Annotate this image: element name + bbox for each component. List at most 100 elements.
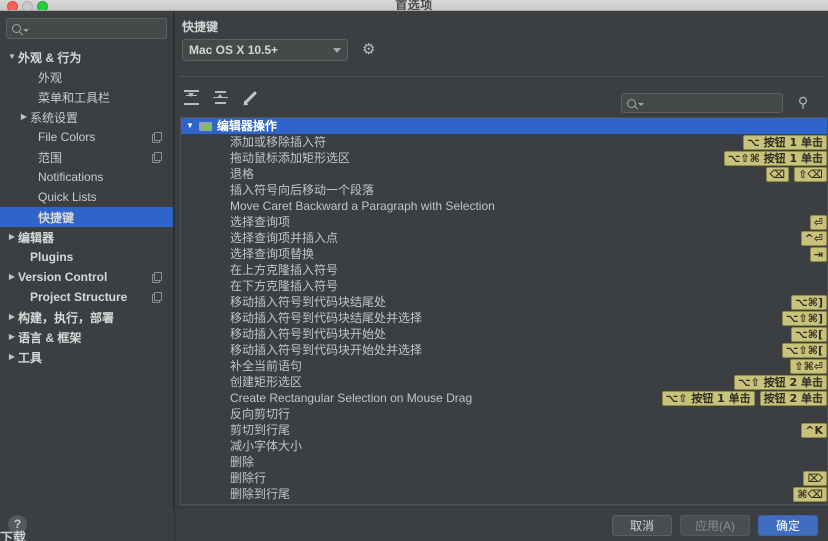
- shortcut-badge[interactable]: ^K: [801, 423, 827, 438]
- sidebar-item-1[interactable]: 外观: [0, 67, 173, 87]
- shortcut-badges: ⌥⌘]: [791, 295, 827, 310]
- action-row[interactable]: 补全当前语句 ⇧⌘⏎: [181, 358, 827, 374]
- action-row[interactable]: 插入符号向后移动一个段落: [181, 182, 827, 198]
- action-row[interactable]: 选择查询项 ⏎: [181, 214, 827, 230]
- chevron-down-icon[interactable]: ▼: [186, 118, 194, 134]
- shortcut-badge[interactable]: ⌥⌘]: [791, 295, 827, 310]
- chevron-down-icon[interactable]: ▼: [6, 53, 18, 61]
- action-row[interactable]: 移动插入符号到代码块开始处并选择 ⌥⇧⌘[: [181, 342, 827, 358]
- sidebar-item-2[interactable]: 菜单和工具栏: [0, 87, 173, 107]
- action-row[interactable]: Create Rectangular Selection on Mouse Dr…: [181, 390, 827, 406]
- shortcut-badge[interactable]: ⌥⇧⌘ 按钮 1 单击: [723, 151, 827, 166]
- action-row[interactable]: Move Caret Backward a Paragraph with Sel…: [181, 198, 827, 214]
- action-row[interactable]: 减小字体大小: [181, 438, 827, 454]
- shortcut-badges: ⏎: [809, 215, 827, 230]
- apply-button[interactable]: 应用(A): [680, 515, 750, 536]
- action-row[interactable]: 删除到行尾 ⌘⌫: [181, 486, 827, 502]
- action-group-row[interactable]: ▼ 编辑器操作: [181, 118, 827, 134]
- chevron-right-icon[interactable]: ▶: [18, 113, 30, 121]
- chevron-right-icon[interactable]: ▶: [6, 353, 18, 361]
- sidebar-item-15[interactable]: ▶ 工具: [0, 347, 173, 367]
- shortcut-badge[interactable]: ⌥⌘[: [791, 327, 827, 342]
- copy-icon[interactable]: [152, 272, 162, 283]
- shortcut-badge[interactable]: ⌥⇧⌘]: [781, 311, 827, 326]
- gear-icon[interactable]: ⚙: [362, 42, 378, 58]
- chevron-right-icon[interactable]: ▶: [6, 273, 18, 281]
- sidebar-item-7[interactable]: Quick Lists: [0, 187, 173, 207]
- chevron-right-icon[interactable]: ▶: [6, 333, 18, 341]
- action-row[interactable]: 删除: [181, 454, 827, 470]
- chevron-right-icon[interactable]: ▶: [6, 313, 18, 321]
- action-row[interactable]: 反向剪切行: [181, 406, 827, 422]
- sidebar-item-14[interactable]: ▶ 语言 & 框架: [0, 327, 173, 347]
- copy-icon[interactable]: [152, 132, 162, 143]
- shortcut-badges: ^⏎: [800, 231, 827, 246]
- action-row[interactable]: 删除行 ⌦: [181, 470, 827, 486]
- shortcut-badge[interactable]: ⌥⇧ 按钮 2 单击: [733, 375, 827, 390]
- action-row[interactable]: 移动插入符号到代码块结尾处并选择 ⌥⇧⌘]: [181, 310, 827, 326]
- shortcut-badge[interactable]: ⌦: [803, 471, 827, 486]
- keymap-search-input[interactable]: [648, 97, 790, 109]
- shortcut-badge[interactable]: ⌘⌫: [793, 487, 827, 502]
- shortcut-badge[interactable]: ⇧⌘⏎: [790, 359, 827, 374]
- shortcut-badge[interactable]: ⌫: [765, 167, 790, 182]
- sidebar-item-4[interactable]: File Colors: [0, 127, 173, 147]
- action-row[interactable]: 在下方克隆插入符号: [181, 278, 827, 294]
- cancel-button[interactable]: 取消: [612, 515, 672, 536]
- shortcut-badge[interactable]: ⇥: [809, 247, 827, 262]
- sidebar-item-11[interactable]: ▶ Version Control: [0, 267, 173, 287]
- sidebar-item-3[interactable]: ▶ 系统设置: [0, 107, 173, 127]
- sidebar-item-8[interactable]: 快捷键: [0, 207, 173, 227]
- action-row[interactable]: 删除到行首: [181, 502, 827, 504]
- action-row[interactable]: 移动插入符号到代码块开始处 ⌥⌘[: [181, 326, 827, 342]
- action-row[interactable]: 拖动鼠标添加矩形选区 ⌥⇧⌘ 按钮 1 单击: [181, 150, 827, 166]
- copy-icon[interactable]: [152, 152, 162, 163]
- sidebar-item-13[interactable]: ▶ 构建，执行，部署: [0, 307, 173, 327]
- sidebar-item-10[interactable]: Plugins: [0, 247, 173, 267]
- shortcut-badge[interactable]: ⇧⌫: [794, 167, 827, 182]
- action-row[interactable]: 选择查询项替换 ⇥: [181, 246, 827, 262]
- sidebar-item-0[interactable]: ▼ 外观 & 行为: [0, 47, 173, 67]
- find-by-shortcut-icon[interactable]: ⚲: [794, 93, 812, 111]
- action-label: 移动插入符号到代码块开始处: [230, 327, 387, 341]
- shortcut-badges: ⇧⌘⏎: [790, 359, 827, 374]
- sidebar-search-input[interactable]: [33, 22, 175, 35]
- action-label: 创建矩形选区: [230, 375, 303, 389]
- sidebar-search-box[interactable]: [6, 18, 175, 39]
- action-row[interactable]: 添加或移除插入符 ⌥ 按钮 1 单击: [181, 134, 827, 150]
- shortcut-badge[interactable]: ⏎: [809, 215, 827, 230]
- sidebar-item-12[interactable]: Project Structure: [0, 287, 173, 307]
- sidebar-item-5[interactable]: 范围: [0, 147, 173, 167]
- ok-button[interactable]: 确定: [758, 515, 818, 536]
- shortcut-badge[interactable]: ⌥ 按钮 1 单击: [743, 135, 827, 150]
- search-icon: [12, 24, 21, 33]
- chevron-down-icon: [23, 28, 29, 32]
- shortcut-badge[interactable]: ⌥⇧ 按钮 1 单击: [661, 391, 755, 406]
- keymap-toolbar: [183, 89, 258, 106]
- shortcut-badge[interactable]: ^⏎: [800, 231, 827, 246]
- collapse-all-icon[interactable]: [212, 89, 229, 106]
- action-row[interactable]: 选择查询项并插入点 ^⏎: [181, 230, 827, 246]
- action-row[interactable]: 在上方克隆插入符号: [181, 262, 827, 278]
- keymap-dropdown[interactable]: Mac OS X 10.5+: [182, 39, 348, 61]
- shortcut-badge[interactable]: 按钮 2 单击: [759, 391, 827, 406]
- shortcut-badge[interactable]: ⌥⇧⌘[: [781, 343, 827, 358]
- action-label: 移动插入符号到代码块结尾处: [230, 295, 387, 309]
- keymap-search-box[interactable]: [621, 93, 790, 113]
- edit-icon[interactable]: [241, 89, 258, 106]
- copy-icon[interactable]: [152, 292, 162, 303]
- keymap-selector-row: Mac OS X 10.5+ ⚙: [182, 39, 378, 61]
- action-row[interactable]: 剪切到行尾 ^K: [181, 422, 827, 438]
- action-row[interactable]: 退格 ⌫ ⇧⌫: [181, 166, 827, 182]
- sidebar-item-9[interactable]: ▶ 编辑器: [0, 227, 173, 247]
- sidebar-item-6[interactable]: Notifications: [0, 167, 173, 187]
- chevron-right-icon[interactable]: ▶: [6, 233, 18, 241]
- action-row[interactable]: 创建矩形选区 ⌥⇧ 按钮 2 单击: [181, 374, 827, 390]
- sidebar-item-label: 外观: [38, 70, 63, 85]
- action-row[interactable]: 移动插入符号到代码块结尾处 ⌥⌘]: [181, 294, 827, 310]
- expand-all-icon[interactable]: [183, 89, 200, 106]
- action-label: 选择查询项: [230, 215, 291, 229]
- window-titlebar: 首选项: [0, 0, 828, 11]
- action-label: 在下方克隆插入符号: [230, 279, 339, 293]
- keymap-action-list[interactable]: ▼ 编辑器操作 添加或移除插入符 ⌥ 按钮 1 单击 拖动鼠标添加矩形选区 ⌥⇧⌘ 按钮 …: [180, 117, 828, 505]
